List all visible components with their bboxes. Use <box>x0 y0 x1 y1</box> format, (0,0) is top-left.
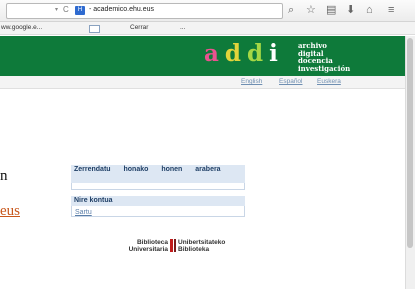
my-account-label: Nire kontua <box>74 197 113 204</box>
logo-mark-secondary <box>174 239 176 252</box>
download-icon[interactable]: ⬇ <box>346 3 355 17</box>
search-icon[interactable]: ⌕ <box>288 3 294 17</box>
bookmarks-bar: ww.google.e... Cerrar ... <box>0 22 415 35</box>
site-header: addi archivo digital docencia investigac… <box>0 36 405 76</box>
logo-tagline: archivo digital docencia investigación <box>298 42 350 72</box>
login-link[interactable]: Sartu <box>75 209 92 216</box>
bookmark-google[interactable]: ww.google.e... <box>1 24 42 31</box>
bookmark-cerrar[interactable]: Cerrar <box>130 24 148 31</box>
site-favicon-icon: H <box>75 6 85 15</box>
language-bar: English Español Euskera <box>0 76 405 89</box>
logo-letter-i: i <box>269 40 284 67</box>
browse-by-title: Zerrendatu honako honen arabera <box>71 165 245 183</box>
logo-right-line: Biblioteka <box>178 245 210 253</box>
address-bar[interactable]: ▾ C H - academico.ehu.eus <box>6 3 283 19</box>
library-logo-right: Unibertsitateko Biblioteka <box>178 239 225 253</box>
logo-letter-d1: d <box>224 40 247 67</box>
my-account-box <box>71 206 245 217</box>
url-dropdown-icon[interactable]: ▾ <box>55 6 58 13</box>
logo-letter-d2: d <box>247 40 270 67</box>
logo-left-line: Universitaria <box>128 245 168 253</box>
clipped-link[interactable]: eus <box>0 203 20 220</box>
clipped-text: n <box>0 168 8 184</box>
logo-mark <box>170 239 173 252</box>
bookmarks-icon[interactable]: ▤ <box>326 3 336 17</box>
bookmark-more[interactable]: ... <box>180 24 185 31</box>
reload-icon[interactable]: C <box>63 5 69 14</box>
browser-toolbar: ▾ C H - academico.ehu.eus ⌕ ☆ ▤ ⬇ ⌂ ≡ <box>0 0 415 22</box>
browse-by-label: Zerrendatu honako honen arabera <box>74 166 221 173</box>
star-icon[interactable]: ☆ <box>306 3 316 17</box>
scrollbar-thumb[interactable] <box>407 38 413 248</box>
my-account-title: Nire kontua <box>71 196 245 206</box>
tagline-line: investigación <box>298 63 351 73</box>
url-text[interactable]: - academico.ehu.eus <box>89 6 154 13</box>
browse-by-box <box>71 183 245 190</box>
menu-icon[interactable]: ≡ <box>388 3 394 17</box>
addi-logo[interactable]: addi <box>204 40 284 67</box>
lang-english-link[interactable]: English <box>241 78 262 85</box>
lang-euskera-link[interactable]: Euskera <box>317 78 341 85</box>
library-logo-left: Biblioteca Universitaria <box>118 239 168 253</box>
logo-letter-a: a <box>204 40 225 67</box>
bookmark-folder-icon[interactable] <box>89 25 100 33</box>
home-icon[interactable]: ⌂ <box>366 3 373 17</box>
lang-espanol-link[interactable]: Español <box>279 78 303 85</box>
